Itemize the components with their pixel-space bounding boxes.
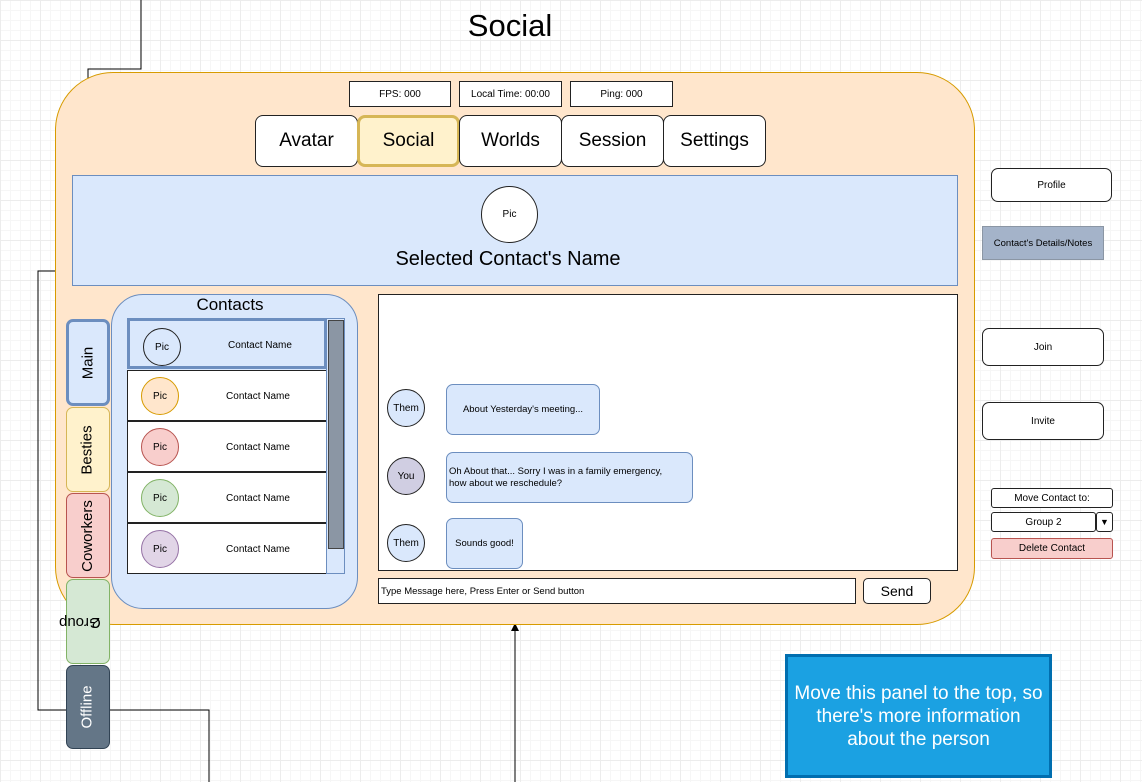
group-tab-label: Coworkers: [79, 499, 96, 572]
annotation-note: Move this panel to the top, so there's m…: [785, 654, 1052, 778]
fps-readout: FPS: 000: [349, 81, 451, 107]
send-button[interactable]: Send: [863, 578, 931, 604]
tab-avatar[interactable]: Avatar: [255, 115, 358, 167]
ping-readout: Ping: 000: [570, 81, 673, 107]
group-tab-label: Group 2: [59, 613, 101, 631]
tab-social[interactable]: Social: [357, 115, 460, 167]
contact-row[interactable]: Pic Contact Name: [127, 318, 327, 369]
group-tab-coworkers[interactable]: Coworkers: [66, 493, 110, 578]
contact-row[interactable]: Pic Contact Name: [127, 472, 327, 523]
message-bubble: Sounds good!: [446, 518, 523, 569]
message-bubble: Oh About that... Sorry I was in a family…: [446, 452, 693, 503]
contact-avatar: Pic: [141, 479, 179, 517]
message-avatar: Them: [387, 524, 425, 562]
contact-row[interactable]: Pic Contact Name: [127, 523, 327, 574]
group-select[interactable]: Group 2: [991, 512, 1096, 532]
selected-contact-name: Selected Contact's Name: [395, 247, 621, 270]
contact-name: Contact Name: [226, 390, 290, 402]
contact-name: Contact Name: [226, 441, 290, 453]
contact-avatar: Pic: [143, 328, 181, 366]
join-button[interactable]: Join: [982, 328, 1104, 366]
contact-name: Contact Name: [226, 492, 290, 504]
contact-details-notes[interactable]: Contact's Details/Notes: [982, 226, 1104, 260]
contact-row[interactable]: Pic Contact Name: [127, 421, 327, 472]
contact-avatar: Pic: [141, 530, 179, 568]
group-tab-group-2[interactable]: Group 2: [59, 579, 110, 664]
selected-contact-avatar: Pic: [481, 186, 538, 243]
contacts-scroll-thumb[interactable]: [328, 320, 344, 549]
local-time-readout: Local Time: 00:00: [459, 81, 562, 107]
tab-settings[interactable]: Settings: [663, 115, 766, 167]
profile-button[interactable]: Profile: [991, 168, 1112, 202]
page-title: Social: [467, 8, 553, 43]
group-tab-besties[interactable]: Besties: [66, 407, 110, 492]
contact-row[interactable]: Pic Contact Name: [127, 370, 327, 421]
group-tab-label: Besties: [79, 424, 97, 475]
invite-button[interactable]: Invite: [982, 402, 1104, 440]
contact-name: Contact Name: [226, 543, 290, 555]
group-tab-offline[interactable]: Offline: [66, 665, 110, 749]
group-tab-label: Offline: [79, 685, 96, 729]
chevron-down-icon[interactable]: ▼: [1096, 512, 1113, 532]
contact-avatar: Pic: [141, 428, 179, 466]
tab-worlds[interactable]: Worlds: [459, 115, 562, 167]
tab-session[interactable]: Session: [561, 115, 664, 167]
message-input[interactable]: Type Message here, Press Enter or Send b…: [378, 578, 856, 604]
delete-contact-button[interactable]: Delete Contact: [991, 538, 1113, 559]
contact-avatar: Pic: [141, 377, 179, 415]
group-tab-label: Main: [78, 346, 96, 379]
message-avatar: You: [387, 457, 425, 495]
move-contact-label: Move Contact to:: [991, 488, 1113, 508]
contact-name: Contact Name: [228, 339, 292, 351]
message-bubble: About Yesterday's meeting...: [446, 384, 600, 435]
message-avatar: Them: [387, 389, 425, 427]
contacts-title: Contacts: [196, 295, 264, 314]
group-tab-main[interactable]: Main: [66, 319, 110, 406]
